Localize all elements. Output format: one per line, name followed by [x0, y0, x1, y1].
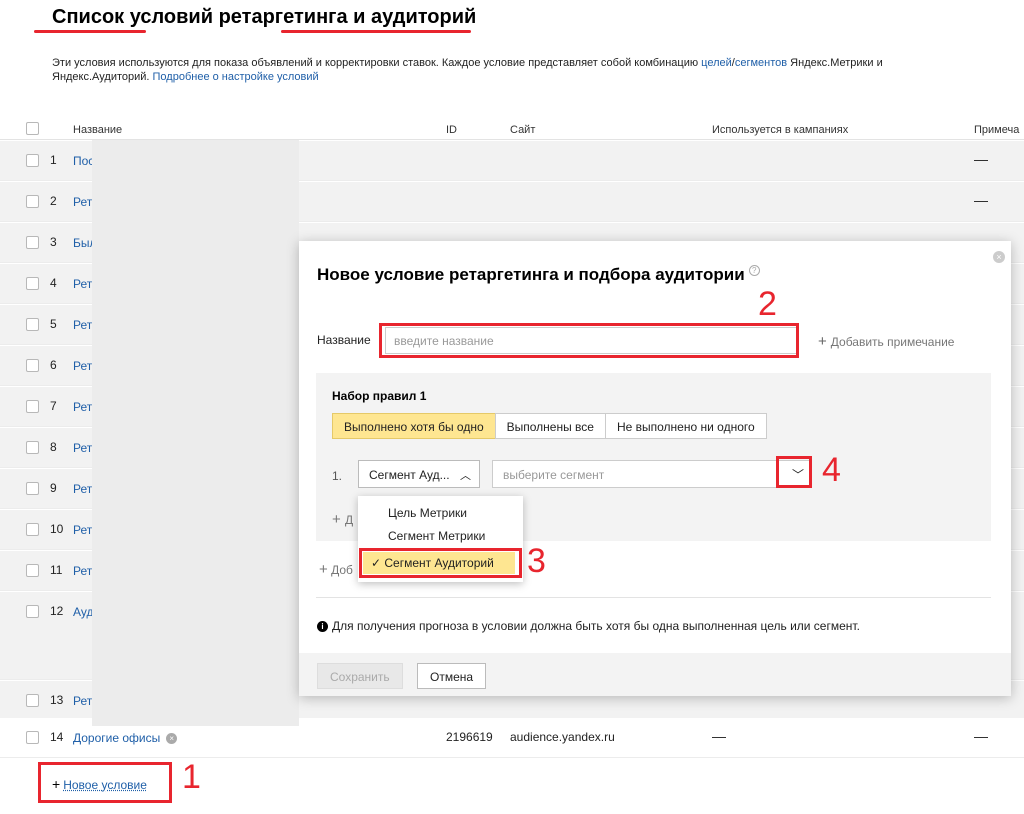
- row-name-link[interactable]: Рет: [73, 195, 92, 209]
- remove-icon[interactable]: ×: [166, 733, 178, 745]
- rule-number: 1.: [332, 469, 343, 483]
- modal-title: Новое условие ретаргетинга и подбора ауд…: [317, 265, 760, 285]
- add-ruleset-button[interactable]: + Доб: [319, 561, 353, 578]
- table-header: Название ID Сайт Используется в кампания…: [0, 118, 1024, 140]
- col-name[interactable]: Название: [73, 124, 122, 136]
- info-icon: i: [317, 621, 328, 633]
- info-text: i Для получения прогноза в условии должна…: [317, 619, 860, 633]
- chevron-up-icon: ︿: [460, 470, 471, 482]
- row-site: audience.yandex.ru: [510, 730, 615, 744]
- name-label: Название: [317, 333, 371, 347]
- row-checkbox[interactable]: [26, 318, 39, 331]
- row-name-link[interactable]: Рет: [73, 400, 92, 414]
- mode-any-button[interactable]: Выполнено хотя бы одно: [332, 413, 496, 439]
- row-checkbox[interactable]: [26, 236, 39, 249]
- row-name-link[interactable]: Рет: [73, 359, 92, 373]
- row-id: 2196619: [446, 730, 493, 744]
- mode-none-button[interactable]: Не выполнено ни одного: [604, 413, 767, 439]
- annotation-box: [359, 548, 522, 578]
- add-rule-button[interactable]: + Д: [332, 511, 353, 528]
- row-checkbox[interactable]: [26, 694, 39, 707]
- row-number: 13: [50, 693, 64, 707]
- row-name-link[interactable]: Ауд: [73, 605, 93, 619]
- select-all-checkbox[interactable]: [26, 122, 39, 135]
- row-name-link[interactable]: Дорогие офисы ×: [73, 731, 178, 745]
- row-checkbox[interactable]: [26, 154, 39, 167]
- row-number: 7: [50, 399, 57, 413]
- annotation-number: 2: [758, 285, 777, 323]
- red-underline: [34, 30, 146, 33]
- row-number: 11: [50, 563, 63, 577]
- cancel-button[interactable]: Отмена: [417, 663, 487, 689]
- col-used[interactable]: Используется в кампаниях: [712, 124, 848, 136]
- row-number: 3: [50, 235, 57, 249]
- row-checkbox[interactable]: [26, 195, 39, 208]
- row-note: —: [974, 192, 988, 208]
- row-number: 12: [50, 604, 64, 618]
- row-used: —: [712, 728, 726, 744]
- redacted-block: [92, 140, 299, 726]
- mode-switch: Выполнено хотя бы одно Выполнены все Не …: [332, 413, 767, 439]
- row-checkbox[interactable]: [26, 441, 39, 454]
- plus-icon: +: [818, 333, 827, 350]
- row-checkbox[interactable]: [26, 400, 39, 413]
- add-note-button[interactable]: + Добавить примечание: [818, 333, 954, 350]
- help-icon[interactable]: ?: [748, 265, 760, 276]
- modal-footer: Сохранить Отмена: [299, 653, 1011, 696]
- dropdown-item-metrika-segment[interactable]: Сегмент Метрики: [388, 529, 485, 543]
- row-name-link[interactable]: Рет: [73, 482, 92, 496]
- row-name-link[interactable]: Рет: [73, 564, 92, 578]
- col-note[interactable]: Примеча: [974, 124, 1019, 136]
- rule-type-select[interactable]: Сегмент Ауд... ︿: [358, 460, 480, 488]
- annotation-number: 1: [182, 758, 201, 796]
- row-checkbox[interactable]: [26, 482, 39, 495]
- row-name-link[interactable]: Рет: [73, 523, 92, 537]
- ruleset-title: Набор правил 1: [332, 389, 427, 403]
- row-number: 4: [50, 276, 57, 290]
- col-id[interactable]: ID: [446, 124, 457, 136]
- row-number: 10: [50, 522, 64, 536]
- row-note: —: [974, 728, 988, 744]
- row-checkbox[interactable]: [26, 564, 39, 577]
- save-button[interactable]: Сохранить: [317, 663, 403, 689]
- segment-select[interactable]: выберите сегмент ﹀: [492, 460, 812, 488]
- row-number: 9: [50, 481, 57, 495]
- row-number: 1: [50, 153, 57, 167]
- close-icon[interactable]: ×: [993, 251, 1005, 263]
- mode-all-button[interactable]: Выполнены все: [494, 413, 606, 439]
- row-note: —: [974, 151, 988, 167]
- goals-link[interactable]: целей: [701, 57, 732, 69]
- segments-link[interactable]: сегментов: [735, 57, 787, 69]
- row-name-link[interactable]: Рет: [73, 441, 92, 455]
- row-number: 2: [50, 194, 57, 208]
- row-checkbox[interactable]: [26, 277, 39, 290]
- row-checkbox[interactable]: [26, 359, 39, 372]
- intro-text: Эти условия используются для показа объя…: [52, 57, 883, 83]
- row-checkbox[interactable]: [26, 605, 39, 618]
- divider: [316, 597, 991, 598]
- row-checkbox[interactable]: [26, 523, 39, 536]
- red-underline: [281, 30, 471, 33]
- annotation-box: [379, 323, 799, 358]
- row-name-link[interactable]: Рет: [73, 277, 92, 291]
- annotation-number: 3: [527, 542, 546, 580]
- row-number: 8: [50, 440, 57, 454]
- annotation-number: 4: [822, 451, 841, 489]
- dropdown-item-metrika-goal[interactable]: Цель Метрики: [388, 506, 467, 520]
- page-title: Список условий ретаргетинга и аудиторий: [52, 6, 477, 28]
- annotation-box: [38, 762, 172, 803]
- row-number: 14: [50, 730, 64, 744]
- row-name-link[interactable]: Рет: [73, 318, 92, 332]
- row-number: 6: [50, 358, 57, 372]
- new-condition-modal: × Новое условие ретаргетинга и подбора а…: [299, 241, 1011, 696]
- col-site[interactable]: Сайт: [510, 124, 535, 136]
- row-number: 5: [50, 317, 57, 331]
- row-checkbox[interactable]: [26, 731, 39, 744]
- annotation-box: [776, 456, 812, 488]
- more-link[interactable]: Подробнее о настройке условий: [153, 71, 319, 83]
- row-name-link[interactable]: Рет: [73, 694, 92, 708]
